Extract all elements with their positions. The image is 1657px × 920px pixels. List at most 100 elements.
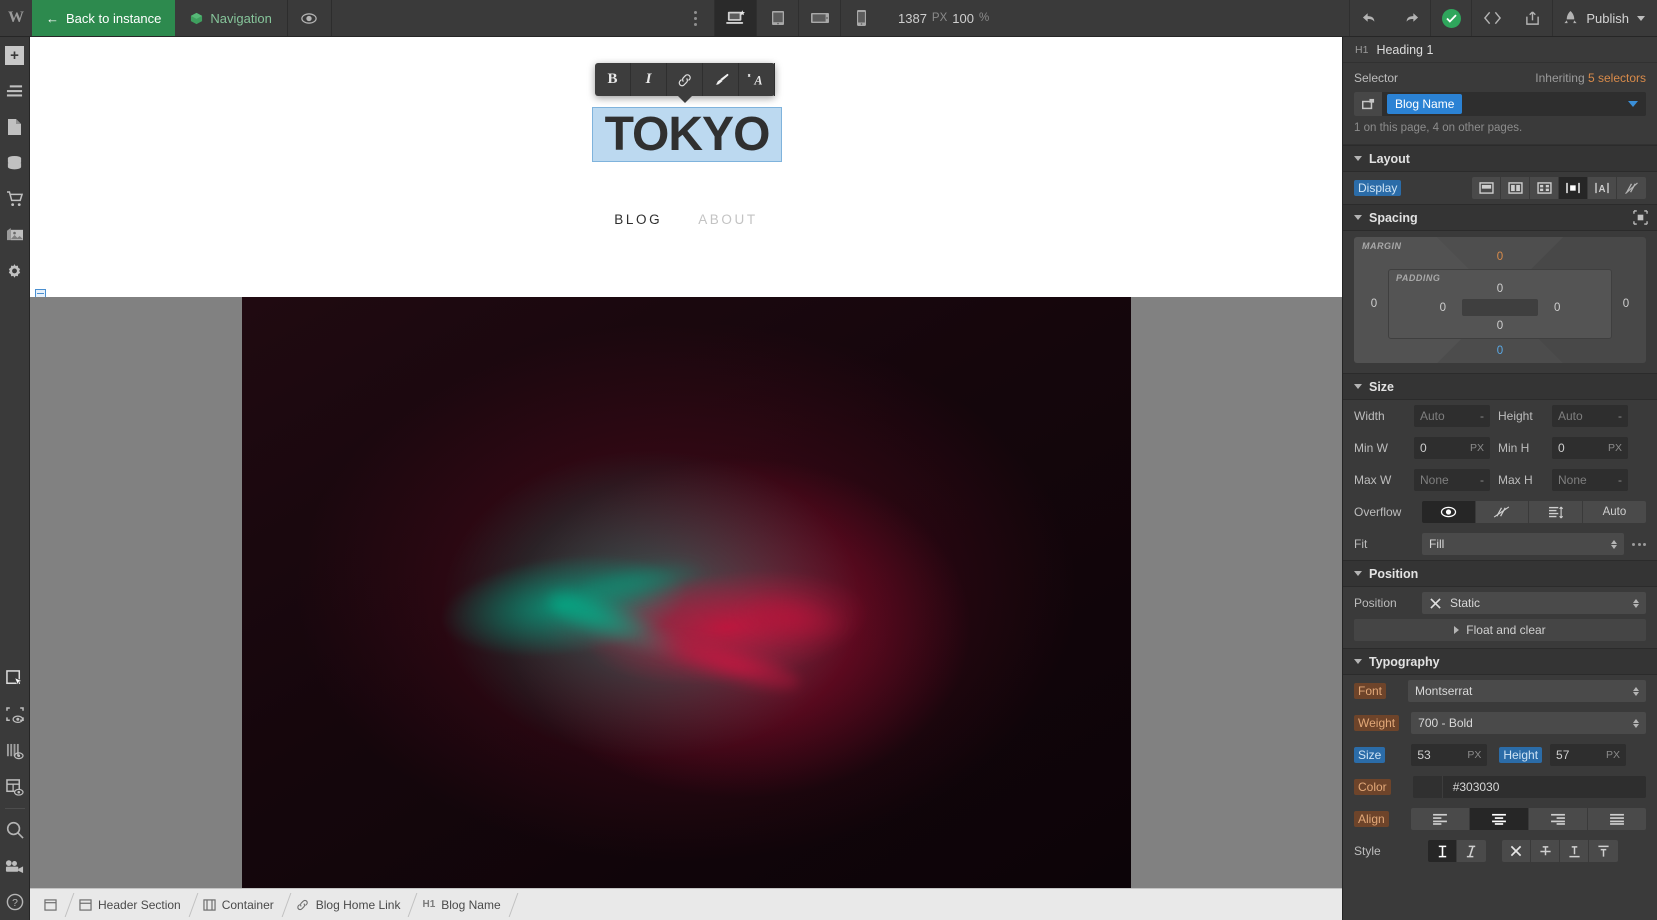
padding-right-value[interactable]: 0 xyxy=(1554,302,1560,314)
sidebar-item-add-elements[interactable]: + xyxy=(0,37,30,73)
selector-input[interactable]: Blog Name xyxy=(1354,92,1646,116)
sidebar-item-search[interactable] xyxy=(0,812,30,848)
margin-top-value[interactable]: 0 xyxy=(1360,251,1640,263)
breadcrumb-item-blog-name[interactable]: H1 Blog Name xyxy=(412,889,512,920)
sidebar-item-ecommerce[interactable] xyxy=(0,181,30,217)
display-none-option[interactable] xyxy=(1617,177,1646,199)
navigation-component-button[interactable]: Navigation xyxy=(175,0,288,36)
padding-top-value[interactable]: 0 xyxy=(1395,283,1605,295)
text-color-input[interactable]: #303030 xyxy=(1412,776,1646,798)
align-justify-option[interactable] xyxy=(1587,808,1646,830)
chevron-down-icon[interactable] xyxy=(1628,101,1638,107)
canvas-size-zoom[interactable]: 1387 PX 100 % xyxy=(882,0,1005,36)
section-header-position[interactable]: Position xyxy=(1343,560,1657,587)
redo-button[interactable] xyxy=(1390,0,1430,36)
clear-formatting-button[interactable]: A xyxy=(739,63,775,96)
align-left-option[interactable] xyxy=(1410,808,1470,830)
section-header-layout[interactable]: Layout xyxy=(1343,145,1657,172)
min-height-input[interactable]: 0 PX xyxy=(1552,437,1628,459)
save-status-button[interactable] xyxy=(1431,0,1471,36)
float-and-clear-toggle[interactable]: Float and clear xyxy=(1354,619,1646,641)
text-italic-option[interactable] xyxy=(1457,840,1486,862)
breadcrumb-item-header-section[interactable]: Header Section xyxy=(69,889,193,920)
export-share-button[interactable] xyxy=(1512,0,1552,36)
display-flex-option[interactable] xyxy=(1501,177,1530,199)
width-input[interactable]: Auto - xyxy=(1414,405,1490,427)
link-button[interactable] xyxy=(667,63,703,96)
overflow-hidden-option[interactable] xyxy=(1475,501,1530,523)
hero-image[interactable] xyxy=(242,297,1131,888)
hero-section[interactable] xyxy=(30,297,1342,888)
font-select[interactable]: Montserrat xyxy=(1408,680,1646,702)
align-right-option[interactable] xyxy=(1528,808,1588,830)
breakpoint-tablet[interactable] xyxy=(756,0,798,36)
sidebar-item-assets[interactable] xyxy=(0,217,30,253)
breadcrumb-item-blog-home-link[interactable]: Blog Home Link xyxy=(286,889,413,920)
weight-select[interactable]: 700 - Bold xyxy=(1411,712,1646,734)
back-to-instance-button[interactable]: ← Back to instance xyxy=(32,0,176,36)
webflow-logo[interactable]: W xyxy=(0,0,32,36)
sidebar-item-element-preview[interactable] xyxy=(0,697,30,733)
section-header-spacing[interactable]: Spacing xyxy=(1343,204,1657,231)
decoration-underline-option[interactable] xyxy=(1560,840,1589,862)
line-height-input[interactable]: 57 PX xyxy=(1550,744,1627,766)
align-center-option[interactable] xyxy=(1469,808,1529,830)
sidebar-item-help[interactable]: ? xyxy=(0,884,30,920)
decoration-none-option[interactable] xyxy=(1502,840,1531,862)
spacing-options-icon[interactable] xyxy=(1633,210,1648,225)
min-width-input[interactable]: 0 PX xyxy=(1414,437,1490,459)
text-upright-option[interactable] xyxy=(1428,840,1457,862)
custom-code-button[interactable] xyxy=(1472,0,1512,36)
sidebar-item-layout-preview[interactable] xyxy=(0,769,30,805)
section-header-size[interactable]: Size xyxy=(1343,373,1657,400)
format-paint-button[interactable] xyxy=(703,63,739,96)
bold-button[interactable]: B xyxy=(595,63,631,96)
max-height-input[interactable]: None - xyxy=(1552,469,1628,491)
blog-name-heading[interactable]: TOKYO xyxy=(592,107,782,162)
sidebar-item-navigator[interactable] xyxy=(0,73,30,109)
sidebar-item-select-tool[interactable] xyxy=(0,661,30,697)
margin-bottom-value[interactable]: 0 xyxy=(1360,345,1640,357)
margin-left-value[interactable]: 0 xyxy=(1360,298,1388,310)
preview-toggle-button[interactable] xyxy=(288,0,332,36)
padding-bottom-value[interactable]: 0 xyxy=(1395,320,1605,332)
max-width-input[interactable]: None - xyxy=(1414,469,1490,491)
height-input[interactable]: Auto - xyxy=(1552,405,1628,427)
breakpoint-mobile-portrait[interactable] xyxy=(840,0,882,36)
position-select[interactable]: Static xyxy=(1422,592,1646,614)
display-inline-option[interactable]: A xyxy=(1588,177,1617,199)
selector-state-icon[interactable] xyxy=(1354,92,1382,116)
sidebar-item-cms[interactable] xyxy=(0,145,30,181)
display-block-option[interactable] xyxy=(1472,177,1501,199)
section-header-typography[interactable]: Typography xyxy=(1343,648,1657,675)
selector-class-chip[interactable]: Blog Name xyxy=(1387,94,1463,114)
publish-button[interactable]: Publish xyxy=(1552,0,1657,36)
nav-link-blog[interactable]: BLOG xyxy=(614,212,662,227)
italic-button[interactable]: I xyxy=(631,63,667,96)
breadcrumb-item-container[interactable]: Container xyxy=(193,889,286,920)
sidebar-item-video-tutorials[interactable] xyxy=(0,848,30,884)
font-size-input[interactable]: 53 PX xyxy=(1411,744,1488,766)
design-canvas[interactable]: TOKYO BLOG ABOUT B I A xyxy=(30,37,1342,888)
decoration-overline-option[interactable] xyxy=(1589,840,1618,862)
inheriting-info[interactable]: Inheriting 5 selectors xyxy=(1535,71,1646,85)
padding-left-value[interactable]: 0 xyxy=(1440,302,1446,314)
nav-link-about[interactable]: ABOUT xyxy=(698,212,758,227)
fit-more-options[interactable] xyxy=(1632,542,1646,546)
margin-right-value[interactable]: 0 xyxy=(1612,298,1640,310)
display-inline-block-option[interactable] xyxy=(1559,177,1588,199)
overflow-auto-option[interactable]: Auto xyxy=(1582,501,1646,523)
breakpoint-mobile-landscape[interactable] xyxy=(798,0,840,36)
overflow-scroll-option[interactable] xyxy=(1529,501,1583,523)
breakpoint-desktop[interactable] xyxy=(714,0,756,36)
breadcrumb-item-body[interactable] xyxy=(30,889,69,920)
sidebar-item-settings[interactable] xyxy=(0,253,30,289)
fit-select[interactable]: Fill xyxy=(1422,533,1624,555)
overflow-visible-option[interactable] xyxy=(1422,501,1476,523)
more-options-button[interactable] xyxy=(676,0,714,36)
display-grid-option[interactable] xyxy=(1530,177,1559,199)
decoration-strikethrough-option[interactable] xyxy=(1531,840,1560,862)
undo-button[interactable] xyxy=(1350,0,1390,36)
sidebar-item-pages[interactable] xyxy=(0,109,30,145)
sidebar-item-grid-guides[interactable] xyxy=(0,733,30,769)
